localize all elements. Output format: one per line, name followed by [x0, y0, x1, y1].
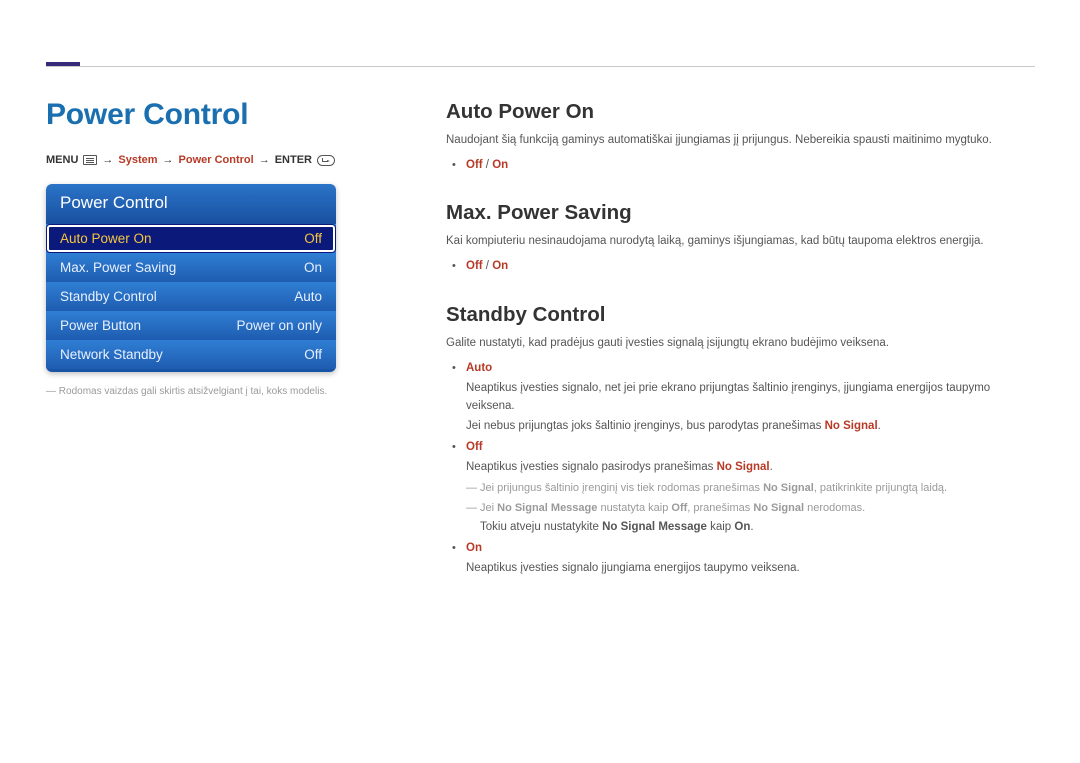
- osd-item-power-button[interactable]: Power Button Power on only: [46, 311, 336, 340]
- section-desc: Naudojant šią funkciją gaminys automatiš…: [446, 132, 1035, 150]
- option-desc: Jei nebus prijungtas joks šaltinio įreng…: [466, 418, 1035, 436]
- no-signal-label: No Signal: [825, 420, 878, 432]
- no-signal-label: No Signal: [763, 482, 814, 494]
- no-signal-message-label: No Signal Message: [497, 502, 597, 514]
- breadcrumb-power-control: Power Control: [179, 154, 254, 166]
- text: Neaptikus įvesties signalo pasirodys pra…: [466, 461, 717, 473]
- option-desc: Neaptikus įvesties signalo pasirodys pra…: [466, 459, 1035, 477]
- note: Jei No Signal Message nustatyta kaip Off…: [466, 500, 1035, 517]
- section-heading: Max. Power Saving: [446, 201, 1035, 225]
- option-list: Auto Neaptikus įvesties signalo, net jei…: [446, 359, 1035, 579]
- section-max-power-saving: Max. Power Saving Kai kompiuteriu nesina…: [446, 201, 1035, 276]
- option-desc: Neaptikus įvesties signalo įjungiama ene…: [466, 560, 1035, 578]
- option-off: Off: [466, 260, 483, 272]
- breadcrumb: MENU → System → Power Control → ENTER: [46, 154, 376, 166]
- enter-icon: [317, 155, 335, 166]
- osd-item-auto-power-on[interactable]: Auto Power On Off: [46, 224, 336, 253]
- text: kaip: [707, 521, 735, 533]
- osd-item-value: Auto: [294, 289, 322, 304]
- left-column: Power Control MENU → System → Power Cont…: [46, 98, 376, 604]
- section-auto-power-on: Auto Power On Naudojant šią funkciją gam…: [446, 100, 1035, 175]
- option-sep: /: [483, 260, 493, 272]
- osd-item-value: Power on only: [236, 318, 322, 333]
- option-off: Off Neaptikus įvesties signalo pasirodys…: [466, 438, 1035, 537]
- option-label-off: Off: [466, 441, 483, 453]
- right-column: Auto Power On Naudojant šią funkciją gam…: [446, 98, 1035, 604]
- arrow-icon: →: [259, 154, 270, 166]
- text: nustatyta kaip: [597, 502, 671, 514]
- text: Jei prijungus šaltinio įrenginį vis tiek…: [480, 482, 763, 494]
- osd-item-label: Auto Power On: [60, 231, 152, 246]
- osd-item-value: Off: [304, 231, 322, 246]
- option-list: Off / On: [446, 257, 1035, 277]
- page-content: Power Control MENU → System → Power Cont…: [46, 98, 1035, 604]
- text: , patikrinkite prijungtą laidą.: [814, 482, 947, 494]
- text: .: [878, 420, 881, 432]
- footnote: Rodomas vaizdas gali skirtis atsižvelgia…: [46, 386, 376, 397]
- section-desc: Kai kompiuteriu nesinaudojama nurodytą l…: [446, 233, 1035, 251]
- no-signal-message-label: No Signal Message: [602, 521, 707, 533]
- off-label: Off: [671, 502, 687, 514]
- text: nerodomas.: [804, 502, 865, 514]
- option-on: On Neaptikus įvesties signalo įjungiama …: [466, 539, 1035, 578]
- no-signal-label: No Signal: [753, 502, 804, 514]
- osd-item-value: On: [304, 260, 322, 275]
- header-rule: [46, 66, 1035, 67]
- option-on: On: [492, 159, 508, 171]
- text: Jei: [480, 502, 497, 514]
- option-desc: Neaptikus įvesties signalo, net jei prie…: [466, 380, 1035, 416]
- breadcrumb-system: System: [118, 154, 157, 166]
- text: Jei nebus prijungtas joks šaltinio įreng…: [466, 420, 825, 432]
- text: .: [750, 521, 753, 533]
- section-standby-control: Standby Control Galite nustatyti, kad pr…: [446, 303, 1035, 578]
- option-auto: Auto Neaptikus įvesties signalo, net jei…: [466, 359, 1035, 436]
- osd-item-value: Off: [304, 347, 322, 362]
- osd-item-max-power-saving[interactable]: Max. Power Saving On: [46, 253, 336, 282]
- arrow-icon: →: [163, 154, 174, 166]
- option-off-on: Off / On: [466, 156, 1035, 176]
- text: , pranešimas: [687, 502, 753, 514]
- osd-title: Power Control: [46, 184, 336, 224]
- osd-item-network-standby[interactable]: Network Standby Off: [46, 340, 336, 369]
- option-sep: /: [483, 159, 493, 171]
- breadcrumb-menu: MENU: [46, 154, 78, 166]
- arrow-icon: →: [102, 154, 113, 166]
- osd-item-standby-control[interactable]: Standby Control Auto: [46, 282, 336, 311]
- option-label-auto: Auto: [466, 362, 492, 374]
- option-list: Off / On: [446, 156, 1035, 176]
- osd-item-label: Network Standby: [60, 347, 163, 362]
- osd-item-label: Power Button: [60, 318, 141, 333]
- text: Tokiu atveju nustatykite: [480, 521, 602, 533]
- breadcrumb-enter: ENTER: [275, 154, 312, 166]
- no-signal-label: No Signal: [717, 461, 770, 473]
- page-title: Power Control: [46, 98, 376, 132]
- section-heading: Standby Control: [446, 303, 1035, 327]
- option-on: On: [492, 260, 508, 272]
- on-label: On: [734, 521, 750, 533]
- osd-panel: Power Control Auto Power On Off Max. Pow…: [46, 184, 336, 372]
- option-off: Off: [466, 159, 483, 171]
- menu-icon: [83, 155, 97, 165]
- note: Jei prijungus šaltinio įrenginį vis tiek…: [466, 480, 1035, 497]
- osd-body: Auto Power On Off Max. Power Saving On S…: [46, 224, 336, 372]
- osd-item-label: Max. Power Saving: [60, 260, 176, 275]
- option-label-on: On: [466, 542, 482, 554]
- option-off-on: Off / On: [466, 257, 1035, 277]
- text: .: [770, 461, 773, 473]
- note-continuation: Tokiu atveju nustatykite No Signal Messa…: [466, 519, 1035, 537]
- section-heading: Auto Power On: [446, 100, 1035, 124]
- osd-item-label: Standby Control: [60, 289, 157, 304]
- section-desc: Galite nustatyti, kad pradėjus gauti įve…: [446, 335, 1035, 353]
